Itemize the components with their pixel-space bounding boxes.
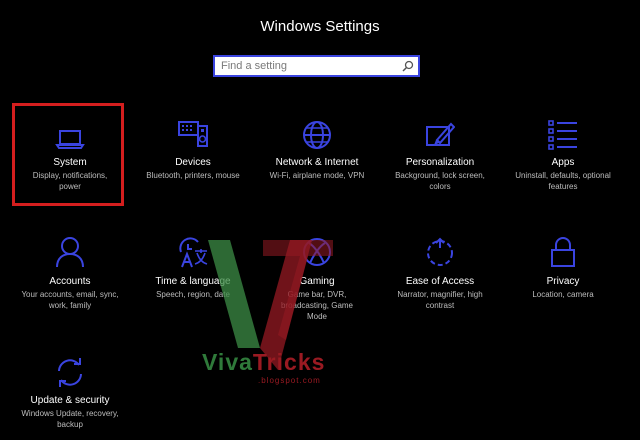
tile-description: Bluetooth, printers, mouse: [146, 171, 240, 180]
tile-description: Location, camera: [532, 290, 594, 299]
tile-network[interactable]: Network & Internet Wi-Fi, airplane mode,…: [253, 113, 381, 213]
sync-icon: [58, 358, 82, 387]
tile-label: System: [53, 157, 87, 168]
watermark-subtext: .blogspot.com: [258, 376, 321, 385]
tile-description: Windows Update, recovery, backup: [21, 409, 119, 429]
tile-label: Personalization: [405, 157, 475, 168]
paint-icon: [426, 122, 455, 146]
tile-update-security[interactable]: Update & security Windows Update, recove…: [6, 352, 134, 440]
tile-description: Uninstall, defaults, optional features: [515, 171, 611, 191]
search-input[interactable]: [215, 57, 401, 75]
person-icon: [56, 237, 84, 268]
tile-time-language[interactable]: Time & language Speech, region, date: [129, 233, 257, 333]
tile-label: Accounts: [49, 276, 91, 287]
tile-devices[interactable]: Devices Bluetooth, printers, mouse: [129, 113, 257, 213]
lock-icon: [551, 237, 575, 267]
tile-description: Display, notifications, power: [32, 171, 108, 191]
globe-icon: [303, 121, 331, 149]
tile-label: Update & security: [30, 395, 110, 406]
settings-window: Windows Settings System Display, notific…: [0, 0, 640, 440]
tile-gaming[interactable]: Gaming Game bar, DVR, broadcasting, Game…: [253, 233, 381, 333]
search-box[interactable]: [213, 55, 420, 77]
apps-list-icon: [548, 120, 577, 150]
watermark-text: VivaTricks: [202, 349, 325, 376]
tile-label: Gaming: [299, 276, 335, 287]
ease-of-access-icon: [427, 237, 453, 266]
tile-personalization[interactable]: Personalization Background, lock screen,…: [376, 113, 504, 213]
tile-description: Wi-Fi, airplane mode, VPN: [269, 171, 365, 180]
tile-description: Your accounts, email, sync, work, family: [21, 290, 119, 310]
tile-system[interactable]: System Display, notifications, power: [6, 113, 134, 213]
search-icon[interactable]: [402, 60, 414, 72]
tile-label: Time & language: [155, 276, 231, 287]
tile-label: Network & Internet: [275, 157, 359, 168]
tile-apps[interactable]: Apps Uninstall, defaults, optional featu…: [499, 113, 627, 213]
tile-description: Speech, region, date: [156, 290, 230, 299]
laptop-icon: [55, 130, 85, 149]
watermark-viva: Viva: [202, 349, 253, 375]
tile-privacy[interactable]: Privacy Location, camera: [499, 233, 627, 333]
tile-description: Narrator, magnifier, high contrast: [397, 290, 483, 310]
tile-description: Game bar, DVR, broadcasting, Game Mode: [280, 290, 354, 321]
tile-accounts[interactable]: Accounts Your accounts, email, sync, wor…: [6, 233, 134, 333]
tile-ease-of-access[interactable]: Ease of Access Narrator, magnifier, high…: [376, 233, 504, 333]
tile-label: Ease of Access: [405, 276, 475, 287]
time-language-icon: [179, 237, 208, 268]
tile-description: Background, lock screen, colors: [395, 171, 485, 191]
xbox-icon: [303, 238, 331, 266]
tile-label: Privacy: [546, 276, 580, 287]
tile-label: Apps: [551, 157, 575, 168]
watermark-tricks: Tricks: [252, 349, 326, 375]
devices-icon: [178, 121, 208, 147]
tile-label: Devices: [175, 157, 211, 168]
page-title: Windows Settings: [260, 18, 380, 35]
